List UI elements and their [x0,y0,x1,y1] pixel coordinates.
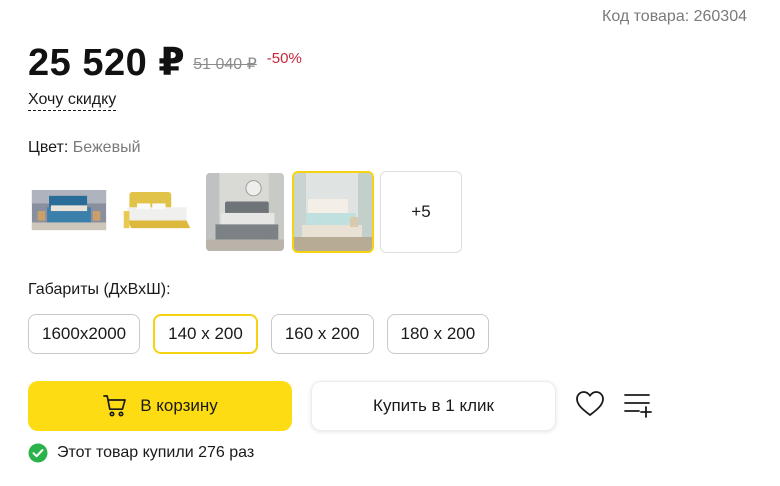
color-swatch-yellow[interactable] [116,171,198,253]
color-swatch-blue[interactable] [28,171,110,253]
discount-badge: -50% [266,50,302,67]
color-swatch-beige[interactable] [292,171,374,253]
bed-blue-thumbnail [30,173,108,251]
cart-icon [103,395,127,417]
buy-one-click-button[interactable]: Купить в 1 клик [311,381,556,431]
price-block: 25 520 ₽ 51 040 ₽ -50% [28,40,302,85]
bed-beige-thumbnail [294,173,372,251]
purchase-count: Этот товар купили 276 раз [28,443,254,463]
heart-icon[interactable] [575,390,605,418]
add-to-cart-label: В корзину [140,396,218,415]
color-swatch-grey[interactable] [204,171,286,253]
color-label: Цвет: Бежевый [28,139,141,157]
check-circle-icon [28,443,48,463]
old-price: 51 040 ₽ [193,56,257,73]
size-option-160x200[interactable]: 160 x 200 [270,314,374,354]
size-option-180x200[interactable]: 180 x 200 [386,314,490,354]
current-price: 25 520 ₽ [28,42,186,84]
purchase-count-text: Этот товар купили 276 раз [57,444,255,461]
size-options: 1600x2000 140 x 200 160 x 200 180 x 200 [28,314,490,354]
dimensions-label: Габариты (ДхВхШ): [28,281,171,298]
color-swatches: +5 [28,171,462,253]
compare-list-icon[interactable] [623,391,653,419]
add-to-cart-button[interactable]: В корзину [28,381,292,431]
color-label-title: Цвет: [28,139,69,156]
size-option-140x200[interactable]: 140 x 200 [153,314,258,354]
want-discount-link[interactable]: Хочу скидку [28,91,117,111]
color-value: Бежевый [72,139,141,156]
product-code: Код товара: 260304 [602,8,747,25]
size-option-1600x2000[interactable]: 1600x2000 [28,314,141,354]
more-colors-button[interactable]: +5 [380,171,462,253]
bed-grey-thumbnail [206,173,284,251]
bed-yellow-thumbnail [118,173,196,251]
